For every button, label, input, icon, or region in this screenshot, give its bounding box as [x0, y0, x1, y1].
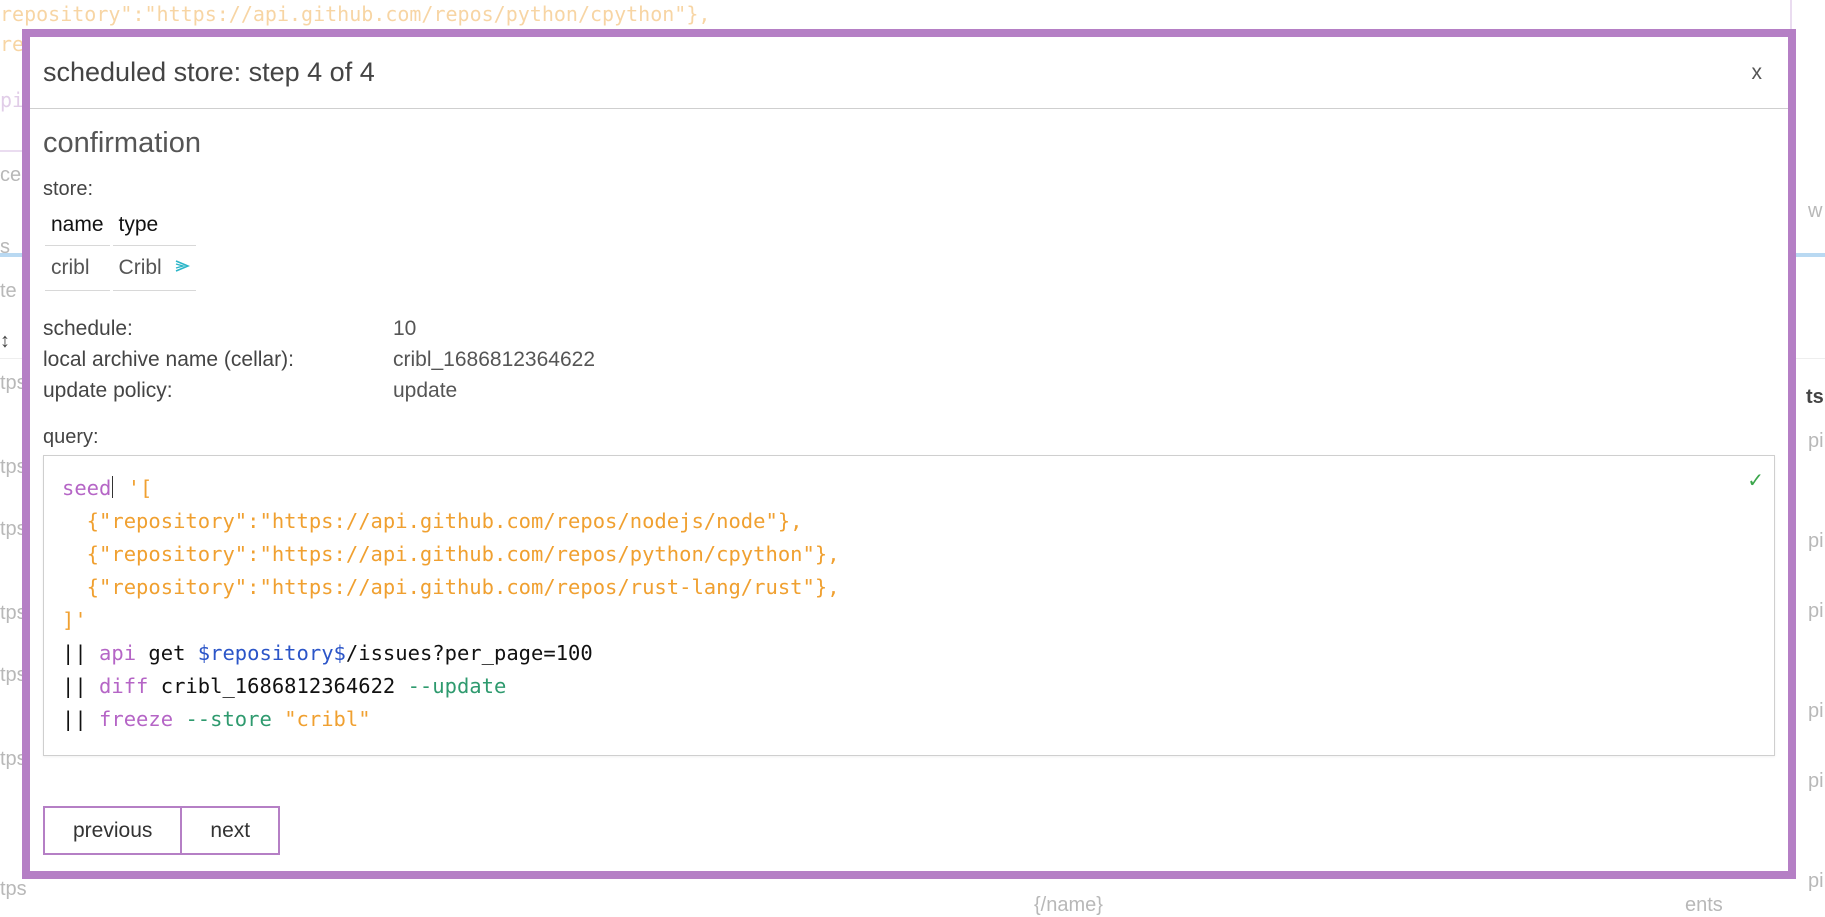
background-cell: pi — [1808, 870, 1824, 892]
detail-row-schedule: schedule: 10 — [43, 313, 1775, 344]
cribl-logo-icon — [174, 256, 190, 280]
background-header: ts — [1806, 386, 1824, 408]
code-text: get — [136, 641, 198, 666]
section-title: confirmation — [43, 127, 201, 159]
detail-value: update — [393, 379, 458, 403]
code-string: {"repository":"https://api.github.com/re… — [62, 575, 840, 600]
check-icon: ✓ — [1747, 470, 1764, 493]
code-flag: --store — [185, 707, 272, 732]
query-editor[interactable]: ✓ seed '[ {"repository":"https://api.git… — [43, 455, 1775, 757]
code-variable: $repository$ — [197, 641, 346, 666]
column-header-type: type — [112, 209, 196, 246]
background-cell: {/name} — [1034, 894, 1103, 916]
code-pipe: || — [62, 707, 100, 732]
detail-value: cribl_1686812364622 — [393, 348, 596, 372]
code-keyword: api — [99, 641, 137, 666]
table-row: cribl Cribl — [45, 246, 196, 292]
scheduled-store-dialog: scheduled store: step 4 of 4 x confirmat… — [22, 29, 1796, 879]
previous-button[interactable]: previous — [43, 806, 183, 856]
dialog-header: scheduled store: step 4 of 4 x — [30, 37, 1788, 109]
code-keyword: diff — [99, 674, 149, 699]
code-string: "cribl" — [284, 707, 371, 732]
dialog-title: scheduled store: step 4 of 4 — [43, 57, 375, 87]
code-text: cribl_1686812364622 — [148, 674, 408, 699]
code-pipe: || — [62, 641, 100, 666]
code-pipe: || — [62, 674, 100, 699]
next-button[interactable]: next — [180, 806, 281, 856]
store-type: Cribl — [118, 256, 162, 279]
code-keyword: seed — [62, 476, 112, 501]
code-keyword: freeze — [99, 707, 174, 732]
background-cell: pi — [1808, 700, 1824, 722]
store-label: store: — [43, 178, 94, 200]
wizard-buttons: previous next — [43, 806, 1775, 856]
store-table: name type cribl Cribl — [42, 209, 199, 292]
detail-row-archive-name: local archive name (cellar): cribl_16868… — [43, 344, 1775, 375]
background-sort-icon: ↕ — [0, 330, 10, 352]
code-text: /issues?per_page=100 — [345, 641, 593, 666]
background-code-line: re — [0, 32, 25, 56]
code-string: '[ — [115, 476, 153, 501]
store-type-cell: Cribl — [112, 246, 196, 292]
detail-key: update policy: — [43, 379, 173, 403]
background-text: w — [1808, 200, 1823, 222]
details-list: schedule: 10 local archive name (cellar)… — [43, 313, 1775, 406]
store-name: cribl — [51, 256, 90, 280]
background-text: te — [0, 280, 17, 302]
text-cursor — [112, 476, 114, 499]
background-code-line: pi — [0, 88, 25, 112]
background-text: s — [0, 236, 10, 258]
detail-key: schedule: — [43, 317, 133, 341]
background-cell: pi — [1808, 770, 1824, 792]
background-code-line: repository":"https://api.github.com/repo… — [0, 2, 711, 26]
column-header-name: name — [45, 209, 110, 246]
code-string: {"repository":"https://api.github.com/re… — [62, 509, 803, 534]
background-cell: tps — [0, 878, 27, 900]
close-button[interactable]: x — [1744, 57, 1771, 89]
query-label: query: — [43, 426, 99, 449]
background-cell: ents — [1685, 894, 1723, 916]
code-string: ]' — [62, 608, 87, 633]
background-cell: pi — [1808, 600, 1824, 622]
code-string: {"repository":"https://api.github.com/re… — [62, 542, 840, 567]
background-cell: pi — [1808, 430, 1824, 452]
detail-row-update-policy: update policy: update — [43, 375, 1775, 406]
detail-key: local archive name (cellar): — [43, 348, 294, 372]
detail-value: 10 — [393, 317, 417, 341]
dialog-body: confirmation store: name type cribl Crib… — [30, 127, 1788, 856]
table-header-row: name type — [45, 209, 196, 246]
query-code[interactable]: seed '[ {"repository":"https://api.githu… — [44, 456, 1774, 752]
code-flag: --update — [407, 674, 507, 699]
store-name-cell: cribl — [45, 246, 110, 292]
background-cell: pi — [1808, 530, 1824, 552]
